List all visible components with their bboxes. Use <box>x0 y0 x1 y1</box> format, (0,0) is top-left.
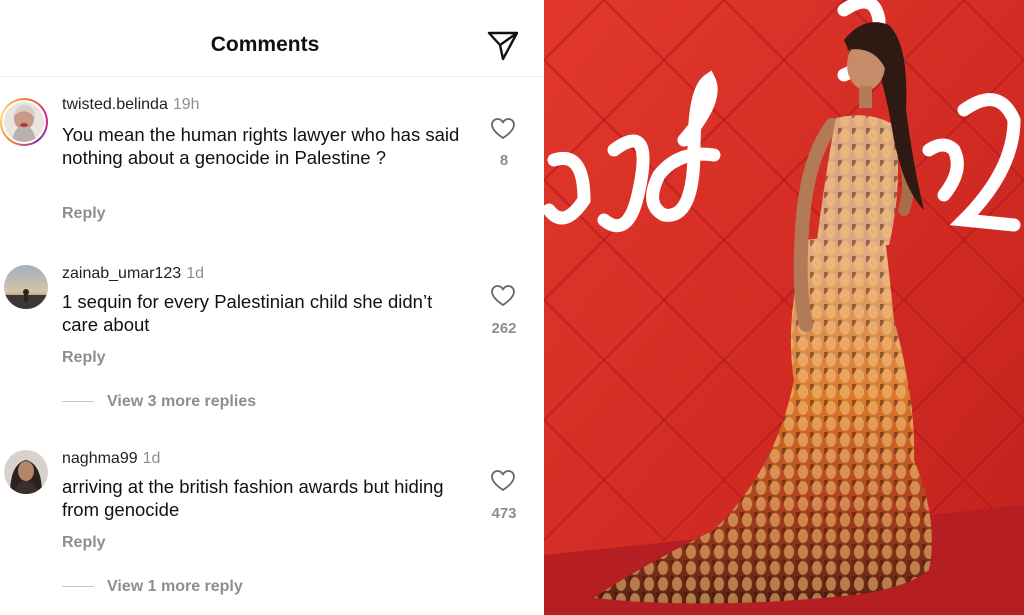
view-more-label: View 3 more replies <box>107 393 257 410</box>
heart-icon[interactable] <box>490 117 516 141</box>
comments-panel: Comments twisted.belinda 19h You mean th… <box>0 0 544 615</box>
comments-header: Comments <box>0 0 544 77</box>
comment-username[interactable]: zainab_umar123 <box>62 265 181 282</box>
comment-header: zainab_umar123 1d <box>62 265 204 283</box>
comment-text: 1 sequin for every Palestinian child she… <box>62 291 433 335</box>
like-count: 262 <box>491 320 517 337</box>
view-more-label: View 1 more reply <box>107 578 243 595</box>
comment-username[interactable]: twisted.belinda <box>62 96 168 113</box>
comment-time: 1d <box>142 450 161 467</box>
comment-text: You mean the human rights lawyer who has… <box>62 124 460 168</box>
paper-plane-icon[interactable] <box>486 28 520 62</box>
heart-icon[interactable] <box>490 469 516 493</box>
reply-button[interactable]: Reply <box>62 205 106 223</box>
like-count: 8 <box>499 152 509 169</box>
comment-time: 19h <box>172 96 200 113</box>
comment-header: naghma99 1d <box>62 450 160 468</box>
comment-header: twisted.belinda 19h <box>62 96 200 114</box>
comment-time: 1d <box>186 265 204 282</box>
comment-username[interactable]: naghma99 <box>62 450 138 467</box>
divider-line <box>62 401 94 403</box>
avatar[interactable] <box>4 450 48 494</box>
like-count: 473 <box>491 505 517 522</box>
avatar[interactable] <box>0 98 48 146</box>
page-title: Comments <box>210 33 320 56</box>
view-more-replies[interactable]: View 1 more reply <box>62 578 243 596</box>
divider-line <box>62 586 94 588</box>
heart-icon[interactable] <box>490 284 516 308</box>
avatar-image <box>4 102 44 142</box>
reply-button[interactable]: Reply <box>62 534 106 552</box>
event-photo <box>544 0 1024 615</box>
comment-text: arriving at the british fashion awards b… <box>62 476 444 520</box>
view-more-replies[interactable]: View 3 more replies <box>62 393 256 411</box>
avatar[interactable] <box>4 265 48 309</box>
reply-button[interactable]: Reply <box>62 349 106 367</box>
